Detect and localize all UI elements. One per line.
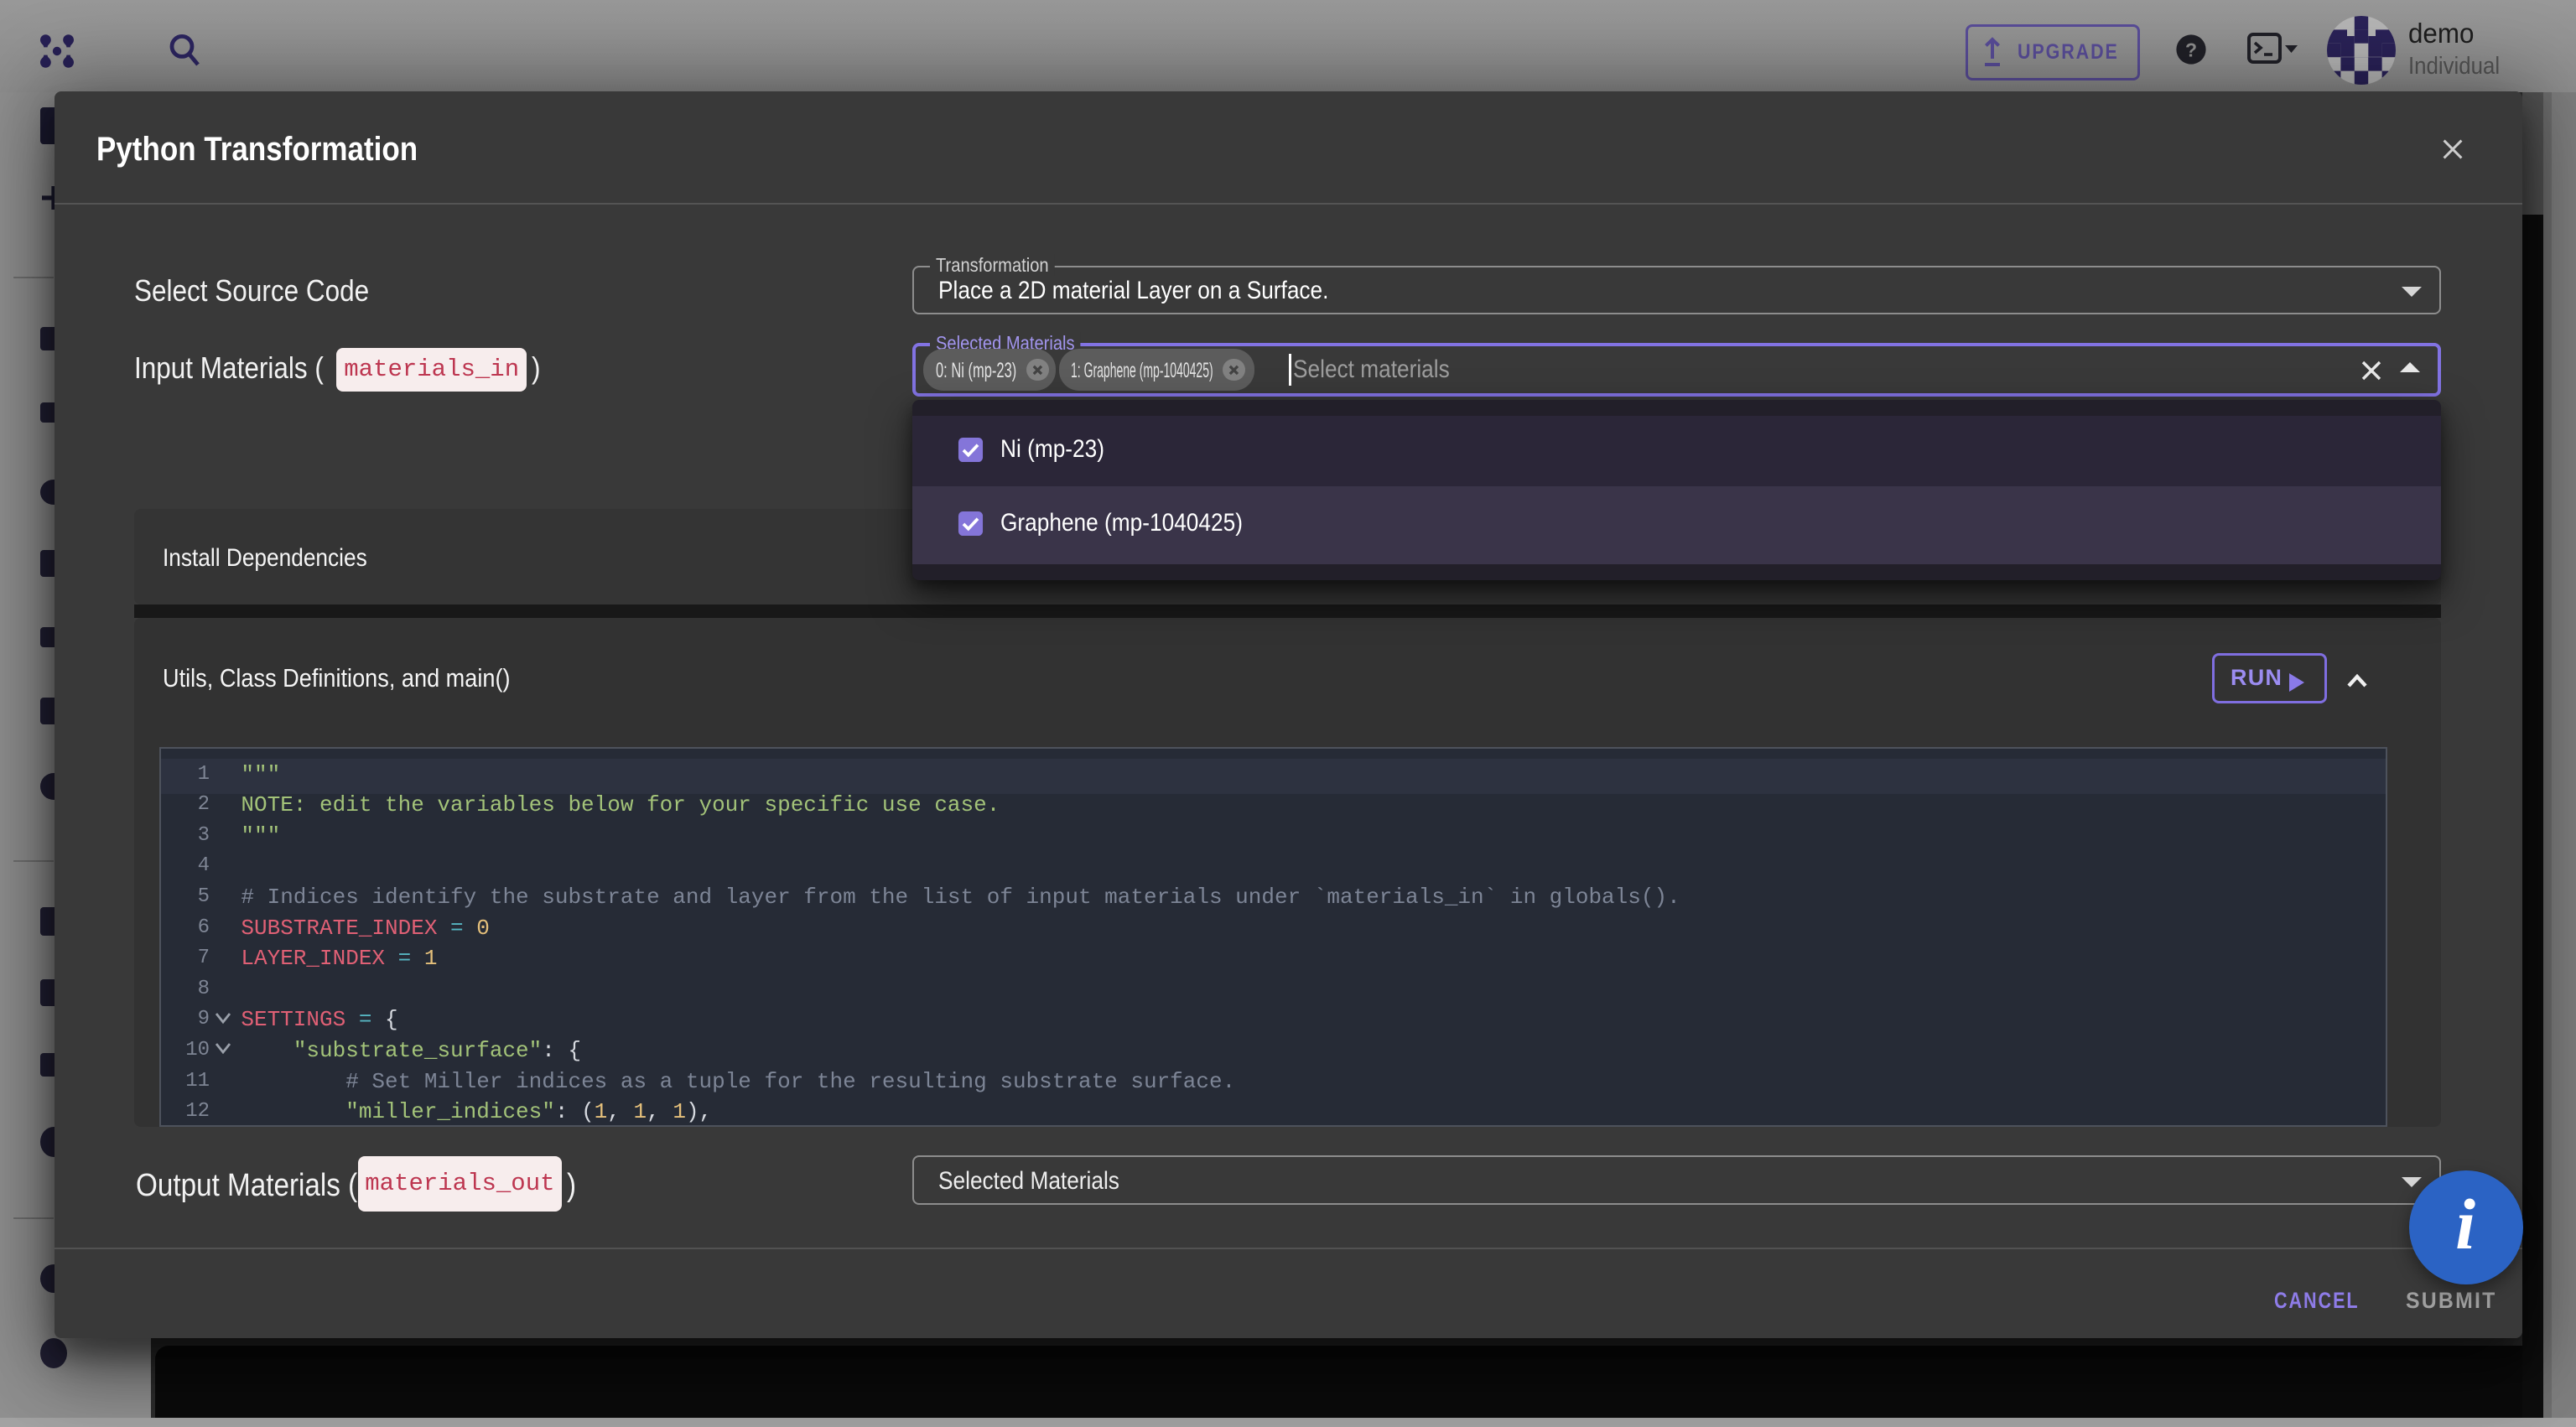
- svg-text:?: ?: [2185, 39, 2197, 60]
